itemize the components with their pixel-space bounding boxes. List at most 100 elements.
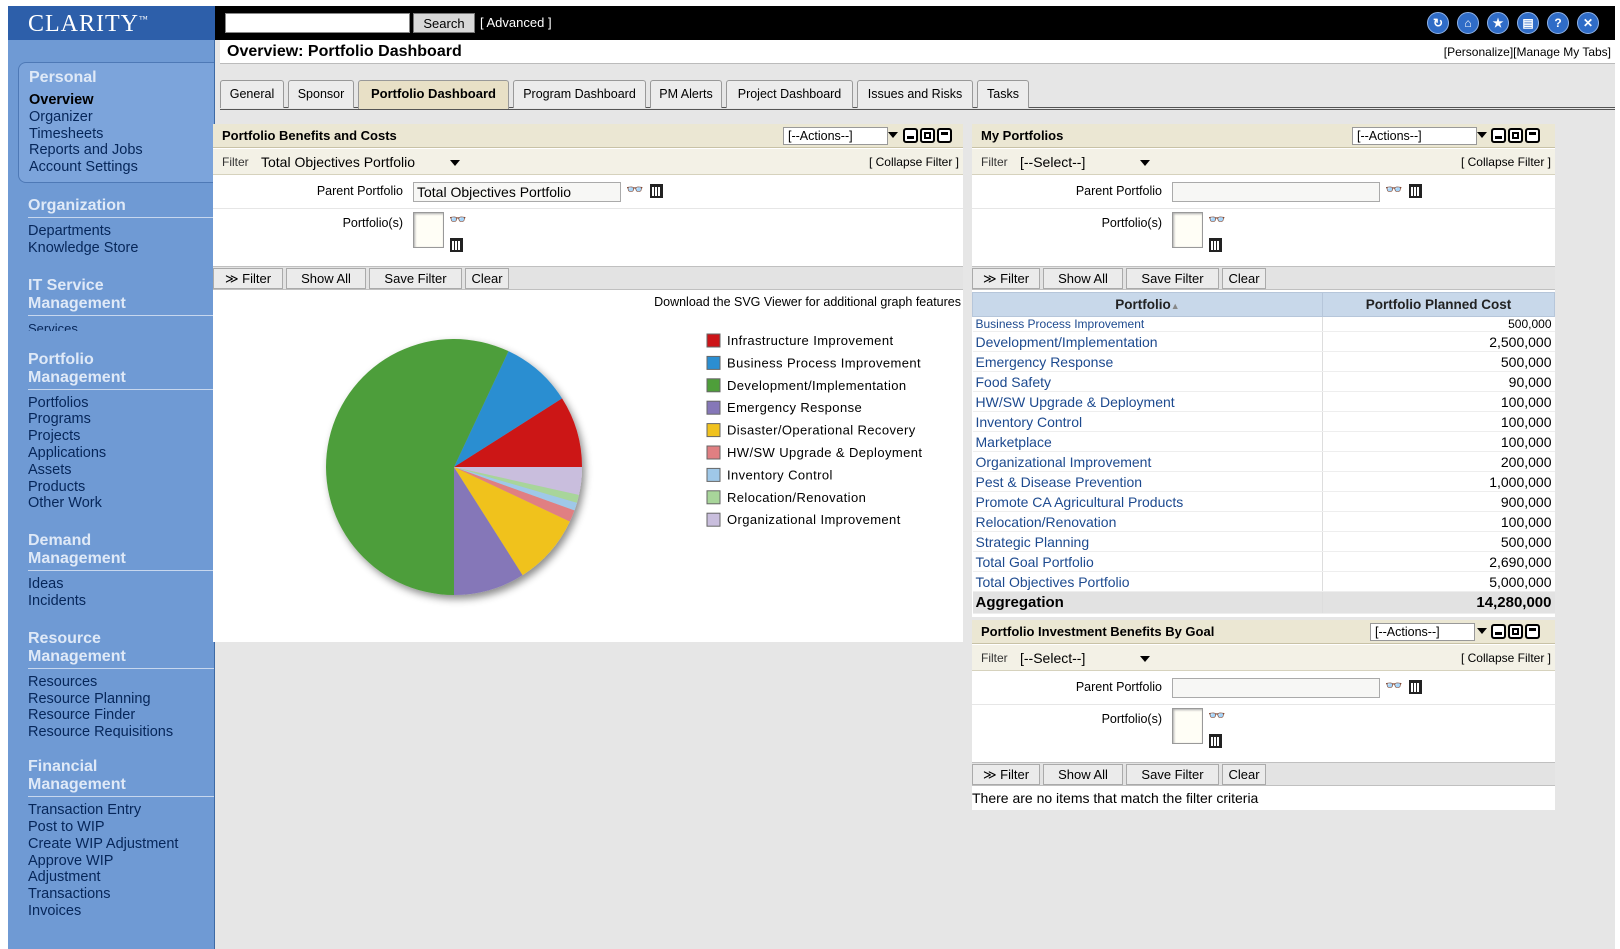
show-all-button[interactable]: Show All	[1043, 764, 1123, 785]
portfolio-name-link[interactable]: Total Objectives Portfolio	[972, 571, 1323, 592]
chevron-down-icon[interactable]	[1140, 160, 1150, 166]
clarity-logo[interactable]: CLARITY™	[8, 6, 215, 40]
actions-dropdown[interactable]: [--Actions--]	[1352, 127, 1477, 145]
actions-dropdown[interactable]: [--Actions--]	[1370, 623, 1475, 641]
restore-icon[interactable]	[1508, 128, 1523, 143]
printer-icon[interactable]: ▤	[1517, 12, 1539, 34]
nav-item-overview[interactable]: Overview	[29, 92, 214, 109]
binoculars-icon[interactable]: 👓	[1385, 677, 1402, 694]
tab-portfolio-dashboard[interactable]: Portfolio Dashboard	[358, 80, 509, 109]
filter-button[interactable]: ≫ Filter	[972, 764, 1040, 785]
nav-item-resource-requisitions[interactable]: Resource Requisitions	[28, 724, 214, 738]
nav-item-resource-planning[interactable]: Resource Planning	[28, 691, 214, 708]
table-row[interactable]: Development/Implementation 2,500,000	[972, 331, 1555, 352]
nav-item-adjustment[interactable]: Adjustment	[28, 869, 214, 886]
nav-item-post-to-wip[interactable]: Post to WIP	[28, 819, 214, 836]
parent-portfolio-field[interactable]	[1172, 182, 1380, 202]
search-button[interactable]: Search	[413, 13, 475, 33]
maximize-icon[interactable]	[1525, 128, 1540, 143]
personalize-links[interactable]: [Personalize][Manage My Tabs]	[1444, 45, 1611, 59]
table-row[interactable]: HW/SW Upgrade & Deployment 100,000	[972, 391, 1555, 412]
binoculars-icon[interactable]: 👓	[1208, 211, 1225, 228]
parent-portfolio-field[interactable]: Total Objectives Portfolio	[413, 182, 621, 202]
show-all-button[interactable]: Show All	[1043, 268, 1123, 289]
nav-item-transaction-entry[interactable]: Transaction Entry	[28, 802, 214, 819]
trash-icon[interactable]	[450, 238, 463, 252]
chevron-down-icon[interactable]	[1140, 656, 1150, 662]
collapse-filter-link[interactable]: [ Collapse Filter ]	[1461, 651, 1551, 665]
table-row[interactable]: Promote CA Agricultural Products 900,000	[972, 491, 1555, 512]
parent-portfolio-field[interactable]	[1172, 678, 1380, 698]
refresh-icon[interactable]: ↻	[1427, 12, 1449, 34]
maximize-icon[interactable]	[937, 128, 952, 143]
table-row[interactable]: Emergency Response 500,000	[972, 351, 1555, 372]
tab-general[interactable]: General	[220, 80, 284, 108]
table-row[interactable]: Total Goal Portfolio 2,690,000	[972, 551, 1555, 572]
close-icon[interactable]: ✕	[1577, 12, 1599, 34]
nav-item-services[interactable]: Services	[28, 321, 214, 331]
filter-select[interactable]: Total Objectives Portfolio	[257, 152, 420, 172]
nav-item-applications[interactable]: Applications	[28, 445, 214, 462]
nav-item-incidents[interactable]: Incidents	[28, 593, 214, 610]
portfolio-name-link[interactable]: Business Process Improvement	[972, 316, 1323, 332]
advanced-search-link[interactable]: [ Advanced ]	[480, 15, 552, 30]
portfolio-name-link[interactable]: Pest & Disease Prevention	[972, 471, 1323, 492]
actions-dropdown[interactable]: [--Actions--]	[783, 127, 888, 145]
save-filter-button[interactable]: Save Filter	[1126, 764, 1219, 785]
collapse-filter-link[interactable]: [ Collapse Filter ]	[1461, 155, 1551, 169]
column-header-planned-cost[interactable]: Portfolio Planned Cost	[1322, 292, 1555, 317]
portfolios-list[interactable]	[1172, 708, 1203, 744]
nav-item-account-settings[interactable]: Account Settings	[29, 159, 214, 176]
restore-icon[interactable]	[920, 128, 935, 143]
portfolio-name-link[interactable]: Emergency Response	[972, 351, 1323, 372]
tab-project-dashboard[interactable]: Project Dashboard	[726, 80, 853, 108]
binoculars-icon[interactable]: 👓	[1208, 707, 1225, 724]
binoculars-icon[interactable]: 👓	[1385, 181, 1402, 198]
binoculars-icon[interactable]: 👓	[626, 181, 643, 198]
clear-button[interactable]: Clear	[1222, 764, 1266, 785]
portfolio-name-link[interactable]: Total Goal Portfolio	[972, 551, 1323, 572]
nav-item-resource-finder[interactable]: Resource Finder	[28, 707, 214, 724]
table-row[interactable]: Business Process Improvement 500,000	[972, 316, 1555, 332]
save-filter-button[interactable]: Save Filter	[1126, 268, 1219, 289]
table-row[interactable]: Pest & Disease Prevention 1,000,000	[972, 471, 1555, 492]
nav-item-products[interactable]: Products	[28, 479, 214, 496]
show-all-button[interactable]: Show All	[286, 268, 366, 289]
portfolio-name-link[interactable]: Relocation/Renovation	[972, 511, 1323, 532]
nav-item-invoices[interactable]: Invoices	[28, 903, 214, 920]
minimize-icon[interactable]	[903, 128, 918, 143]
nav-item-resources[interactable]: Resources	[28, 674, 214, 691]
filter-select[interactable]: [--Select--]	[1016, 152, 1090, 172]
nav-item-knowledge-store[interactable]: Knowledge Store	[28, 240, 214, 257]
chevron-down-icon[interactable]	[888, 132, 898, 138]
table-row[interactable]: Marketplace 100,000	[972, 431, 1555, 452]
restore-icon[interactable]	[1508, 624, 1523, 639]
clear-button[interactable]: Clear	[465, 268, 509, 289]
chevron-down-icon[interactable]	[1477, 628, 1487, 634]
nav-item-departments[interactable]: Departments	[28, 223, 214, 240]
column-header-portfolio[interactable]: Portfolio▲	[972, 292, 1323, 317]
home-icon[interactable]: ⌂	[1457, 12, 1479, 34]
portfolio-name-link[interactable]: Strategic Planning	[972, 531, 1323, 552]
nav-item-other-work[interactable]: Other Work	[28, 495, 214, 512]
nav-item-programs[interactable]: Programs	[28, 411, 214, 428]
collapse-filter-link[interactable]: [ Collapse Filter ]	[869, 155, 959, 169]
tab-tasks[interactable]: Tasks	[977, 80, 1029, 108]
table-row[interactable]: Total Objectives Portfolio 5,000,000	[972, 571, 1555, 592]
binoculars-icon[interactable]: 👓	[449, 211, 466, 228]
portfolio-name-link[interactable]: HW/SW Upgrade & Deployment	[972, 391, 1323, 412]
table-row[interactable]: Inventory Control 100,000	[972, 411, 1555, 432]
trash-icon[interactable]	[1409, 680, 1422, 694]
tab-sponsor[interactable]: Sponsor	[288, 80, 354, 108]
tab-issues-and-risks[interactable]: Issues and Risks	[857, 80, 973, 108]
trash-icon[interactable]	[1209, 734, 1222, 748]
nav-item-timesheets[interactable]: Timesheets	[29, 126, 214, 143]
portfolio-name-link[interactable]: Inventory Control	[972, 411, 1323, 432]
trash-icon[interactable]	[1209, 238, 1222, 252]
portfolio-name-link[interactable]: Promote CA Agricultural Products	[972, 491, 1323, 512]
nav-item-assets[interactable]: Assets	[28, 462, 214, 479]
nav-item-create-wip-adjustment[interactable]: Create WIP Adjustment	[28, 836, 214, 853]
table-row[interactable]: Strategic Planning 500,000	[972, 531, 1555, 552]
chevron-down-icon[interactable]	[450, 160, 460, 166]
nav-item-transactions[interactable]: Transactions	[28, 886, 214, 903]
